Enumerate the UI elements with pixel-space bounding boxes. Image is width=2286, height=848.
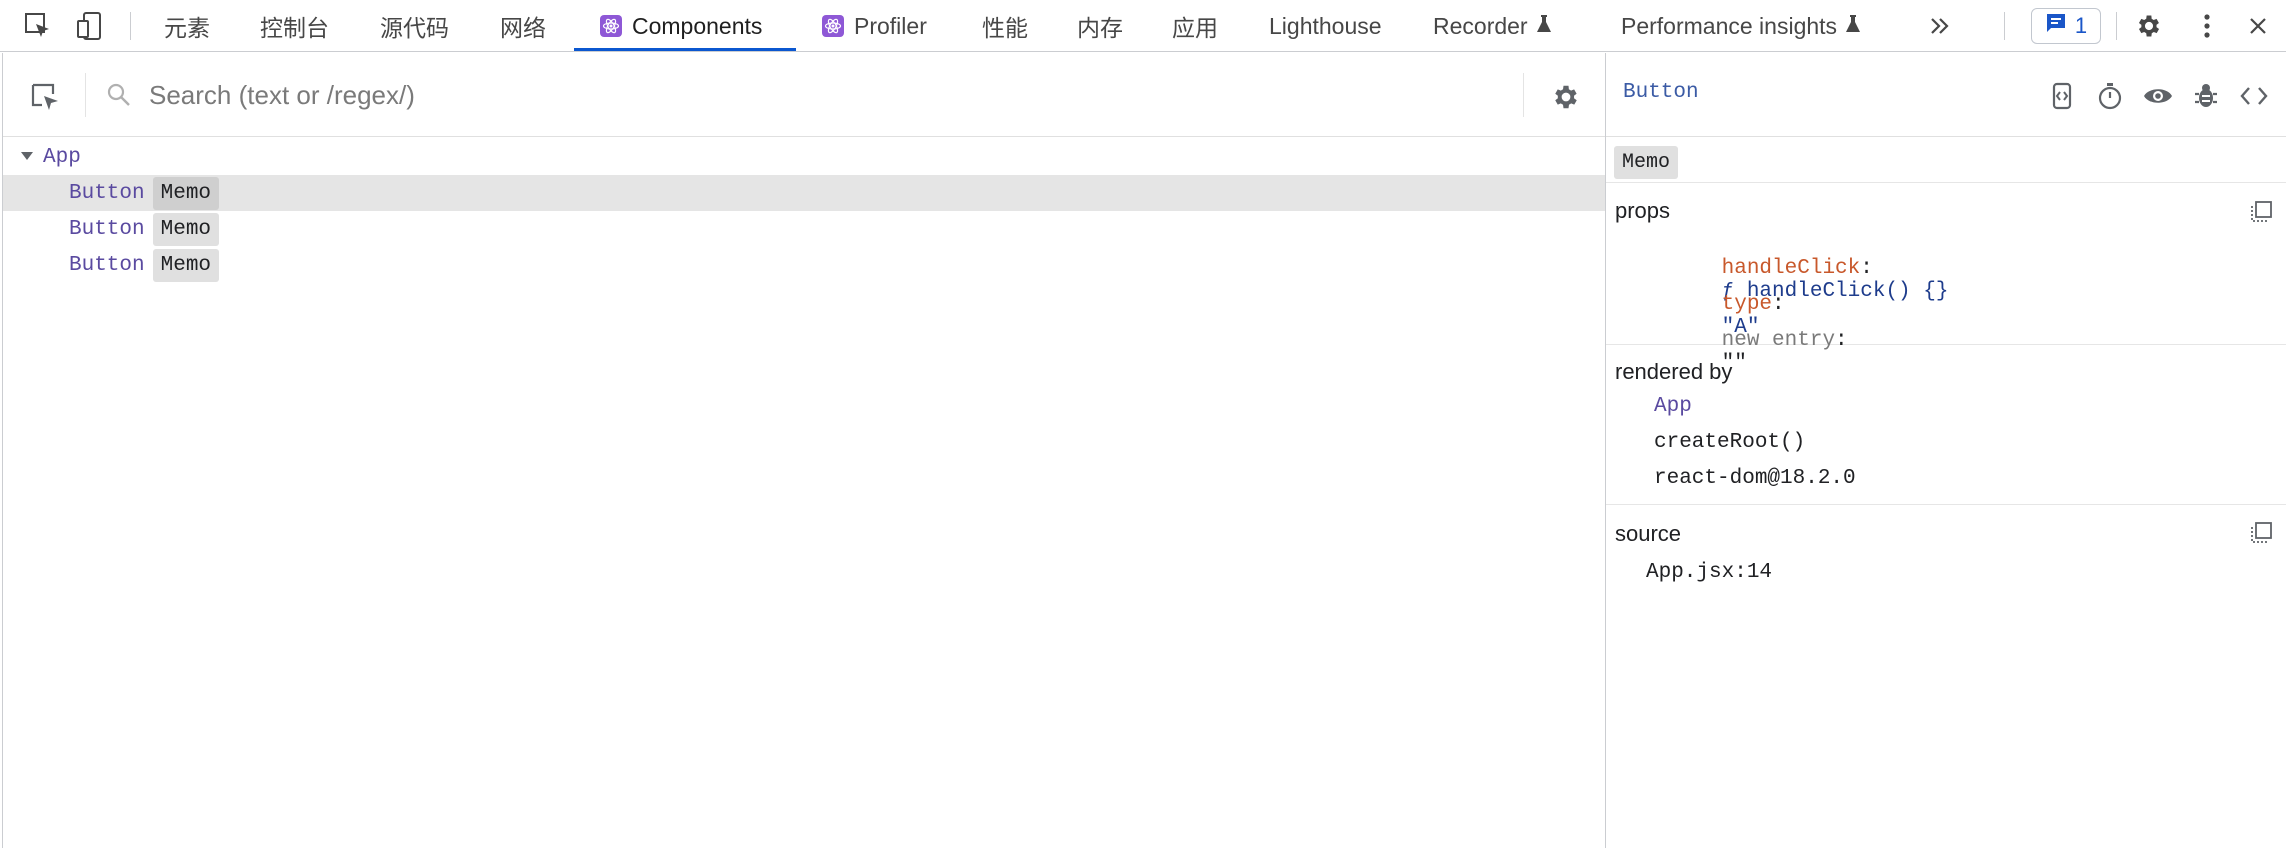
search-icon <box>106 82 134 110</box>
tab-label: 源代码 <box>380 15 449 41</box>
select-element-icon[interactable] <box>27 79 63 115</box>
eye-icon[interactable] <box>2141 79 2175 113</box>
caret-down-icon[interactable] <box>21 152 33 160</box>
tree-node-button[interactable]: Button Memo <box>3 175 1606 211</box>
component-name: Button <box>69 181 145 205</box>
tab-sources[interactable]: 源代码 <box>380 0 449 52</box>
toolbar-divider <box>2004 12 2005 40</box>
tab-application[interactable]: 应用 <box>1172 0 1218 52</box>
components-tree-pane: App Button Memo Button Memo Button Memo <box>2 53 1606 848</box>
tab-elements[interactable]: 元素 <box>164 0 210 52</box>
suspend-toggle-icon[interactable] <box>2045 79 2079 113</box>
message-icon <box>2045 12 2067 40</box>
tree-search-input[interactable] <box>149 73 1509 117</box>
memo-badge: Memo <box>152 176 220 210</box>
issues-count: 1 <box>2074 13 2088 38</box>
component-name: App <box>43 145 81 169</box>
section-title: source <box>1615 521 1682 546</box>
inspector-badges: Memo <box>1606 137 2286 183</box>
device-toolbar-icon[interactable] <box>74 10 106 42</box>
renderer-item: react-dom@18.2.0 <box>1654 467 1856 490</box>
tab-label: Profiler <box>854 12 927 39</box>
tab-label: 性能 <box>982 15 1028 41</box>
tree-node-button[interactable]: Button Memo <box>3 247 1606 283</box>
tree-node-app[interactable]: App <box>3 139 1606 175</box>
tree-node-button[interactable]: Button Memo <box>3 211 1606 247</box>
toolbar-divider <box>130 12 131 40</box>
experiment-beaker-icon <box>1536 13 1552 40</box>
toolbar-divider <box>2116 12 2117 40</box>
tab-recorder[interactable]: Recorder <box>1433 0 1552 52</box>
components-settings-gear-icon[interactable] <box>1548 79 1584 115</box>
devtools-tab-bar: 元素 控制台 源代码 网络 Components Profiler 性能 内存 … <box>0 0 2286 52</box>
memo-badge: Memo <box>1614 146 1679 179</box>
tab-performance-insights[interactable]: Performance insights <box>1621 0 1861 52</box>
stopwatch-icon[interactable] <box>2093 79 2127 113</box>
memo-badge: Memo <box>152 248 220 282</box>
bug-icon[interactable] <box>2189 79 2223 113</box>
props-section: props handleClick: ƒ handleClick() {} ty… <box>1606 184 2286 375</box>
inspected-component-title: Button <box>1623 81 1699 104</box>
tab-label: 元素 <box>164 15 210 41</box>
component-name: Button <box>69 253 145 277</box>
tab-console[interactable]: 控制台 <box>260 0 329 52</box>
issues-button[interactable]: 1 <box>2031 8 2101 44</box>
source-section: source App.jsx:14 <box>1606 505 2286 595</box>
search-divider <box>1523 73 1524 117</box>
settings-gear-icon[interactable] <box>2133 10 2165 42</box>
tab-label: Components <box>632 12 763 39</box>
tab-label: Performance insights <box>1621 12 1838 39</box>
inspector-header: Button <box>1606 53 2286 137</box>
rendered-by-section: rendered by App createRoot() react-dom@1… <box>1606 345 2286 505</box>
tab-network[interactable]: 网络 <box>500 0 546 52</box>
source-file-link[interactable]: App.jsx:14 <box>1646 561 1772 584</box>
tab-label: 应用 <box>1172 15 1218 41</box>
tab-label: 控制台 <box>260 15 329 41</box>
tab-memory[interactable]: 内存 <box>1077 0 1123 52</box>
component-name: Button <box>69 217 145 241</box>
tab-components[interactable]: Components <box>600 0 762 52</box>
react-icon <box>600 15 622 37</box>
experiment-beaker-icon <box>1845 13 1861 40</box>
owner-component-link[interactable]: App <box>1654 395 1692 418</box>
tab-profiler[interactable]: Profiler <box>822 0 927 52</box>
inspect-element-icon[interactable] <box>22 10 54 42</box>
tab-performance[interactable]: 性能 <box>982 0 1028 52</box>
renderer-item: createRoot() <box>1654 431 1806 454</box>
close-icon[interactable] <box>2242 10 2274 42</box>
active-tab-indicator <box>574 48 796 51</box>
component-inspector-pane: Button Memo props handleClick: ƒ handleC… <box>1605 53 2286 848</box>
copy-icon[interactable] <box>2249 521 2275 547</box>
copy-icon[interactable] <box>2249 200 2275 226</box>
more-tabs-chevron-icon[interactable] <box>1924 10 1956 42</box>
prop-separator: : <box>1860 257 1873 280</box>
tab-label: Recorder <box>1433 12 1528 39</box>
search-divider <box>85 73 86 117</box>
section-title: rendered by <box>1615 359 1733 384</box>
tab-label: 网络 <box>500 15 546 41</box>
tree-search-bar <box>3 53 1606 137</box>
tab-label: Lighthouse <box>1269 12 1382 39</box>
react-icon <box>822 15 844 37</box>
component-tree: App Button Memo Button Memo Button Memo <box>3 139 1606 283</box>
memo-badge: Memo <box>152 212 220 246</box>
tab-label: 内存 <box>1077 15 1123 41</box>
tab-lighthouse[interactable]: Lighthouse <box>1269 0 1382 52</box>
section-title: props <box>1615 198 1671 223</box>
more-options-vertical-icon[interactable] <box>2191 10 2223 42</box>
view-source-code-icon[interactable] <box>2237 79 2271 113</box>
